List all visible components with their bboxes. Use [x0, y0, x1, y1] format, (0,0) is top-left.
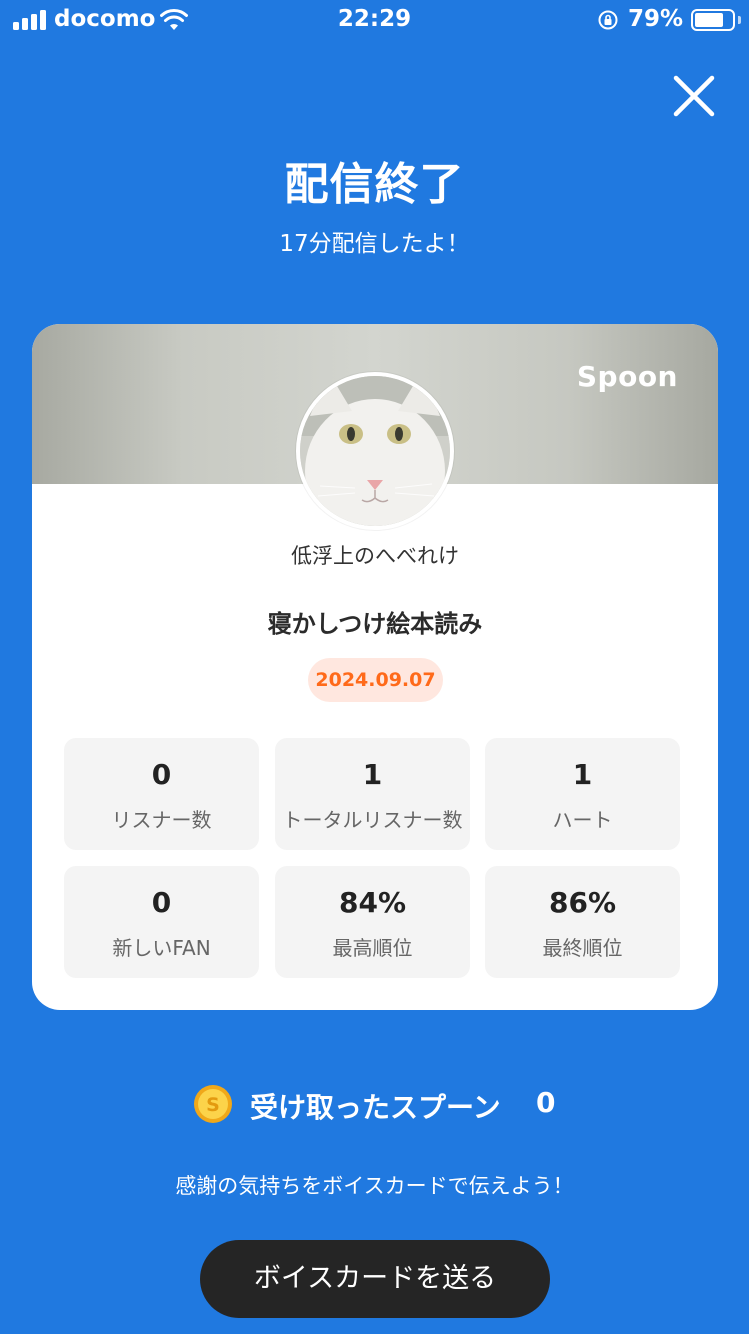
stat-highest-rank: 84% 最高順位 [275, 866, 470, 978]
stat-label: 新しいFAN [112, 936, 211, 960]
page-title: 配信終了 [284, 159, 465, 210]
spoon-label: 受け取ったスプーン [250, 1091, 501, 1124]
dj-name: 低浮上のへべれけ [291, 544, 459, 568]
broadcast-duration: 17分配信したよ！ [279, 231, 470, 257]
stat-total-listeners: 1 トータルリスナー数 [275, 738, 470, 850]
avatar [296, 372, 454, 530]
stat-value: 0 [151, 886, 172, 919]
stat-label: リスナー数 [111, 808, 212, 832]
stat-value: 1 [362, 758, 383, 791]
battery-icon [691, 9, 735, 31]
stat-value: 0 [151, 758, 172, 791]
close-button[interactable] [668, 70, 720, 122]
close-icon [673, 75, 715, 117]
spoon-logo: Spoon [576, 360, 678, 393]
thanks-message: 感謝の気持ちをボイスカードで伝えよう！ [175, 1174, 574, 1198]
send-voice-card-button[interactable]: ボイスカードを送る [200, 1240, 550, 1318]
svg-text:S: S [206, 1094, 220, 1116]
date-badge: 2024.09.07 [308, 658, 443, 702]
spoon-coin-icon: S [194, 1085, 232, 1123]
battery-percent: 79% [628, 6, 684, 32]
stat-new-fans: 0 新しいFAN [64, 866, 259, 978]
stat-label: ハート [552, 808, 613, 832]
rotation-lock-icon [598, 10, 618, 30]
stat-final-rank: 86% 最終順位 [485, 866, 680, 978]
stat-label: トータルリスナー数 [282, 808, 463, 832]
stat-value: 86% [548, 886, 617, 919]
broadcast-summary-card: Spoon 低浮上のへべれけ 寝かしつけ絵本読み 2024.09.07 0 リス… [32, 324, 718, 1010]
battery-level [695, 13, 723, 27]
stat-hearts: 1 ハート [485, 738, 680, 850]
stat-label: 最終順位 [542, 936, 623, 960]
spoon-count: 0 [536, 1086, 556, 1119]
received-spoons: S 受け取ったスプーン 0 [0, 1082, 749, 1126]
live-title: 寝かしつけ絵本読み [267, 610, 483, 638]
cat-avatar-image [300, 376, 450, 526]
battery-cap [738, 16, 741, 24]
stat-value: 84% [338, 886, 407, 919]
stat-label: 最高順位 [332, 936, 413, 960]
status-bar: docomo 22:29 79% [0, 0, 749, 42]
stat-value: 1 [572, 758, 593, 791]
stat-listeners: 0 リスナー数 [64, 738, 259, 850]
